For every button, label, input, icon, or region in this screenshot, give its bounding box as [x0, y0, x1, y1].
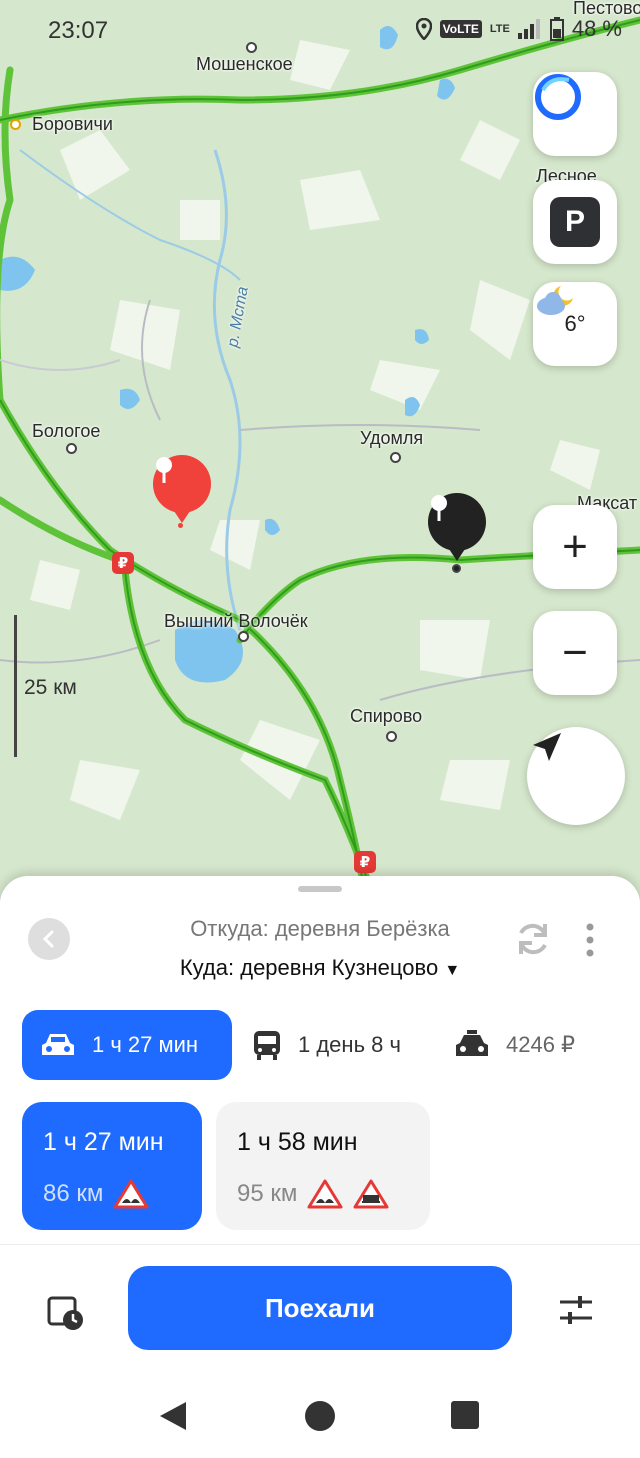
toll-road-icon: ₽ [354, 851, 376, 873]
city-label: Вышний Волочёк [164, 611, 308, 631]
route-option-distance-row: 86 км [43, 1178, 149, 1210]
railway-crossing-icon [353, 1179, 389, 1209]
destination-point-dot [452, 564, 461, 573]
route-option-distance-row: 95 км [237, 1178, 389, 1210]
route-option-alternative[interactable]: 1 ч 58 мин 95 км [216, 1102, 430, 1230]
recents-nav-icon[interactable] [451, 1401, 479, 1429]
city-dot [386, 731, 397, 742]
calendar-clock-icon [47, 1296, 83, 1330]
start-point-dot [178, 523, 183, 528]
refresh-icon [519, 923, 547, 955]
home-nav-icon[interactable] [304, 1400, 336, 1432]
route-option-time: 1 ч 58 мин [237, 1128, 358, 1156]
status-indicators: VoLTE LTE 48 % [415, 16, 622, 42]
taxi-icon [456, 1030, 488, 1056]
more-vertical-icon [586, 923, 594, 957]
city-label: Удомля [360, 428, 424, 448]
zoom-in-button[interactable]: + [533, 505, 617, 589]
tab-taxi-label: 4246 ₽ [506, 1032, 576, 1057]
my-location-button[interactable] [527, 727, 625, 825]
navigation-arrow-icon [533, 733, 561, 761]
parking-icon: P [550, 197, 600, 247]
start-pin-icon[interactable] [153, 455, 211, 523]
toll-road-icon: ₽ [112, 552, 134, 574]
lte-label: LTE [489, 23, 510, 35]
route-option-distance: 95 км [237, 1180, 298, 1207]
destination-pin-icon[interactable] [428, 493, 486, 561]
volte-badge: VoLTE [439, 20, 482, 38]
city-label: Спирово [350, 706, 423, 726]
city-dot [390, 452, 401, 463]
route-option-selected[interactable]: 1 ч 27 мин 86 км [22, 1102, 202, 1230]
zoom-out-button[interactable]: − [533, 611, 617, 695]
sheet-divider [0, 1244, 640, 1245]
route-option-time: 1 ч 27 мин [43, 1128, 164, 1156]
transport-mode-tabs: 1 ч 27 мин 1 день 8 ч 4246 ₽ [22, 1010, 640, 1080]
status-bar: 23:07 VoLTE LTE 48 % [0, 0, 640, 60]
alice-assistant-button[interactable] [533, 72, 617, 156]
tab-transit-label: 1 день 8 ч [298, 1032, 401, 1057]
battery-level: 48 % [571, 16, 622, 41]
tab-taxi[interactable]: 4246 ₽ [454, 1010, 575, 1080]
system-nav-bar [0, 1370, 640, 1458]
caret-down-icon: ▼ [444, 962, 461, 979]
tab-transit[interactable]: 1 день 8 ч [252, 1010, 401, 1080]
tab-car[interactable]: 1 ч 27 мин [22, 1010, 232, 1080]
weather-widget[interactable]: 6° [533, 282, 617, 366]
alice-icon [535, 74, 581, 120]
city-label: Боровичи [32, 114, 113, 134]
back-nav-icon[interactable] [158, 1400, 188, 1432]
sheet-drag-handle[interactable] [298, 886, 342, 892]
parking-button[interactable]: P [533, 180, 617, 264]
map-view[interactable]: Мошенское Боровичи Бологое Удомля Вышний… [0, 0, 640, 900]
swap-route-button[interactable] [514, 920, 552, 963]
more-options-button[interactable] [583, 922, 597, 963]
route-settings-button[interactable] [556, 1292, 596, 1333]
location-icon [415, 18, 432, 40]
route-to-label: Куда: деревня Кузнецово [179, 955, 439, 980]
city-label: Бологое [32, 421, 101, 441]
city-dot [10, 119, 21, 130]
schedule-departure-button[interactable] [46, 1294, 86, 1337]
bus-icon [254, 1031, 280, 1060]
sliders-icon [560, 1296, 592, 1324]
road-hazard-icon [113, 1179, 149, 1209]
status-time: 23:07 [48, 17, 109, 44]
signal-icon [517, 19, 540, 39]
map-scale-bar [14, 615, 17, 757]
city-dot [238, 631, 249, 642]
map-scale-label: 25 км [24, 676, 77, 699]
battery-icon [549, 17, 564, 41]
road-hazard-icon [307, 1179, 343, 1209]
tab-car-label: 1 ч 27 мин [92, 1032, 199, 1057]
go-button[interactable]: Поехали [128, 1266, 512, 1350]
partly-cloudy-night-icon [537, 286, 573, 315]
city-dot [66, 443, 77, 454]
route-option-distance: 86 км [43, 1180, 104, 1207]
car-icon [42, 1034, 74, 1055]
